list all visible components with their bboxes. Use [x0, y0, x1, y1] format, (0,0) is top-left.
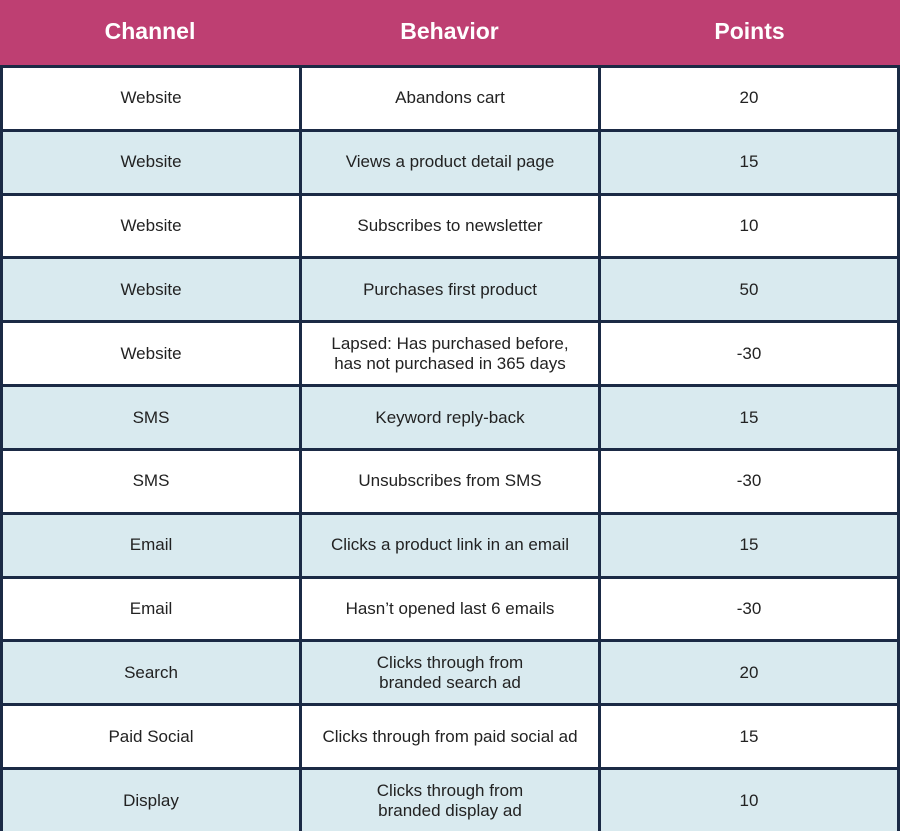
table-cell-behavior: Clicks through from branded display ad: [302, 770, 598, 831]
table-cell-points: 20: [601, 642, 897, 704]
table-cell-channel: Paid Social: [3, 706, 299, 768]
table-cell-behavior: Clicks through from paid social ad: [302, 706, 598, 768]
table-cell-channel: Website: [3, 68, 299, 129]
table-cell-channel: Search: [3, 642, 299, 704]
table-cell-behavior: Keyword reply-back: [302, 387, 598, 448]
table-cell-behavior: Unsubscribes from SMS: [302, 450, 598, 512]
table-body: Website Abandons cart 20 Website Views a pro…: [0, 65, 900, 831]
table-cell-channel: SMS: [3, 450, 299, 512]
table-cell-channel: SMS: [3, 387, 299, 448]
table-cell-channel: Website: [3, 259, 299, 321]
table-cell-points: 10: [601, 770, 897, 831]
table-cell-channel: Email: [3, 578, 299, 640]
table-cell-points: -30: [601, 323, 897, 385]
table-cell-points: 15: [601, 706, 897, 768]
table-cell-points: 10: [601, 195, 897, 257]
table-cell-behavior: Clicks through from branded search ad: [302, 642, 598, 704]
table-cell-behavior: Subscribes to newsletter: [302, 195, 598, 257]
table-cell-behavior: Purchases first product: [302, 259, 598, 321]
table-header: Channel Behavior Points: [0, 0, 900, 65]
table-cell-points: 15: [601, 131, 897, 193]
header-channel: Channel: [104, 18, 196, 44]
table-cell-behavior: Lapsed: Has purchased before, has not pu…: [302, 323, 598, 385]
table-cell-points: -30: [601, 450, 897, 512]
table-cell-points: 15: [601, 514, 897, 576]
table-cell-channel: Website: [3, 323, 299, 385]
table-cell-channel: Email: [3, 514, 299, 576]
header-behavior: Behavior: [400, 18, 499, 44]
table-cell-points: 20: [601, 68, 897, 129]
table-cell-channel: Website: [3, 131, 299, 193]
table-cell-behavior: Hasn’t opened last 6 emails: [302, 578, 598, 640]
lead-scoring-table: Channel Behavior Points Website Abandons …: [0, 0, 900, 831]
table-cell-channel: Display: [3, 770, 299, 831]
table-cell-behavior: Clicks a product link in an email: [302, 514, 598, 576]
table-cell-points: 15: [601, 387, 897, 448]
table-cell-channel: Website: [3, 195, 299, 257]
table-cell-behavior: Views a product detail page: [302, 131, 598, 193]
table-cell-points: -30: [601, 578, 897, 640]
table-cell-points: 50: [601, 259, 897, 321]
header-points: Points: [714, 18, 785, 44]
table-cell-behavior: Abandons cart: [302, 68, 598, 129]
